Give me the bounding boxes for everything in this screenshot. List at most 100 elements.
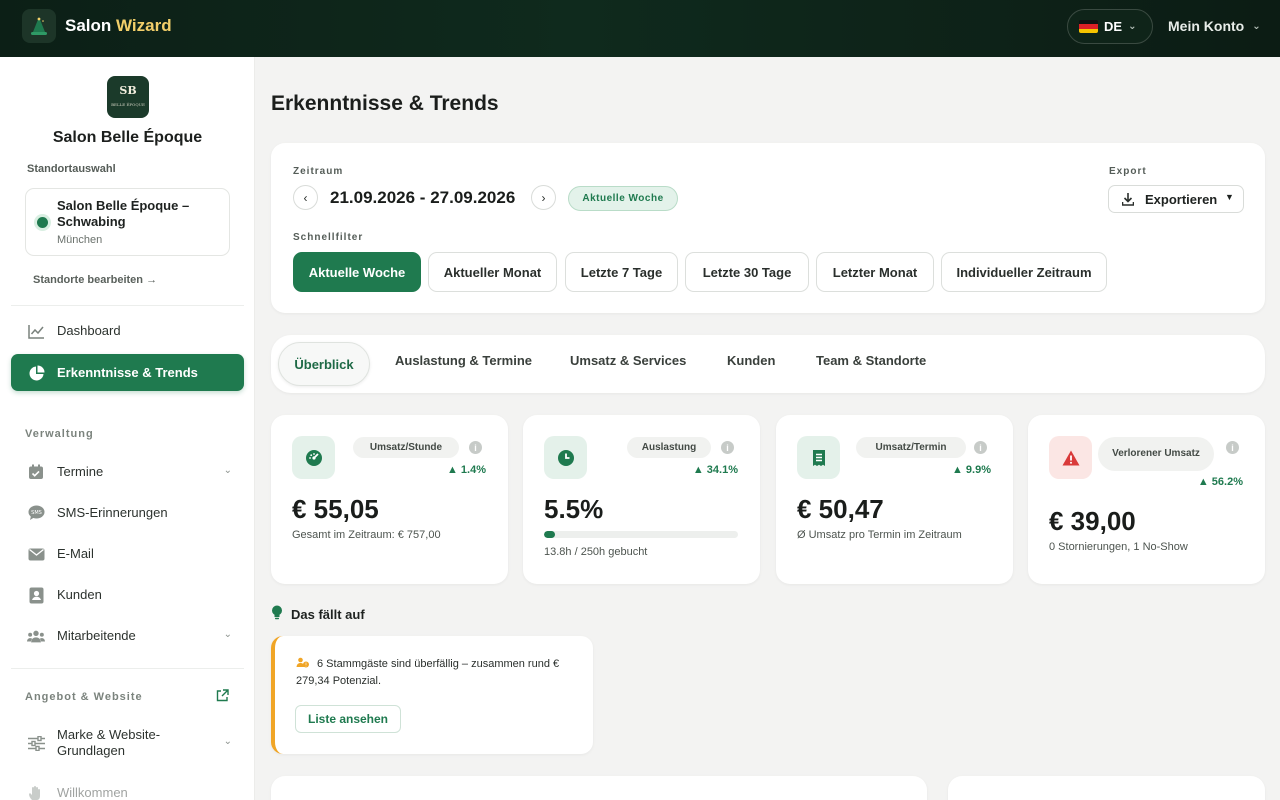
chevron-down-icon[interactable]: ⌄ (224, 629, 232, 640)
location-name: Salon Belle Époque – Schwabing (57, 198, 190, 229)
export-label: Export (1109, 166, 1147, 177)
nav-staff-label: Mitarbeitende (57, 628, 136, 643)
nav-welcome-label: Willkommen (57, 785, 128, 800)
calendar-check-icon (27, 463, 45, 481)
chevron-down-icon: ⌄ (1128, 21, 1137, 32)
account-menu[interactable]: Mein Konto ⌄ (1168, 18, 1261, 34)
divider (11, 305, 244, 306)
previous-period-button[interactable]: ‹ (293, 185, 318, 210)
kpi-card-revenue-per-hour: Umsatz/Stunde i ▲ 1.4% € 55,05 Gesamt im… (271, 415, 508, 584)
nav-email[interactable]: E-Mail (11, 535, 244, 572)
language-selector[interactable]: DE ⌄ (1067, 9, 1153, 44)
kpi-card-lost-revenue: Verlorener Umsatz i ▲ 56.2% € 39,00 0 St… (1028, 415, 1265, 584)
insights-heading-label: Das fällt auf (291, 606, 365, 622)
account-label: Mein Konto (1168, 18, 1245, 34)
divider (11, 668, 244, 669)
nav-staff[interactable]: Mitarbeitende ⌄ (11, 617, 244, 654)
info-icon[interactable]: i (974, 441, 987, 454)
nav-welcome[interactable]: Willkommen (11, 774, 244, 800)
brand-name[interactable]: Salon Wizard (65, 16, 172, 36)
kpi-subtext: Gesamt im Zeitraum: € 757,00 (292, 529, 441, 541)
download-icon (1121, 193, 1135, 209)
kpi-value: € 50,47 (797, 494, 884, 524)
chip-current-month[interactable]: Aktueller Monat (428, 252, 557, 292)
sliders-icon (27, 734, 45, 752)
export-button-label: Exportieren (1145, 192, 1218, 207)
kpi-card-revenue-per-appointment: Umsatz/Termin i ▲ 9.9% € 50,47 Ø Umsatz … (776, 415, 1013, 584)
export-button[interactable]: Exportieren ▼ (1108, 185, 1244, 213)
nav-insights-trends[interactable]: Erkenntnisse & Trends (11, 354, 244, 391)
external-link-icon[interactable] (216, 689, 229, 707)
hand-icon (27, 784, 45, 800)
nav-brand-website-label: Marke & Website-Grundlagen (57, 726, 161, 758)
nav-dashboard[interactable]: Dashboard (11, 312, 244, 349)
svg-text:!: ! (305, 663, 307, 669)
nav-sms-reminders[interactable]: SMS SMS-Erinnerungen (11, 494, 244, 531)
tab-revenue-services[interactable]: Umsatz & Services (570, 353, 686, 368)
nav-appointments[interactable]: Termine ⌄ (11, 453, 244, 490)
chevron-down-icon[interactable]: ⌄ (224, 736, 232, 747)
kpi-delta-value: 9.9% (965, 464, 991, 476)
chip-current-week[interactable]: Aktuelle Woche (293, 252, 421, 292)
current-week-badge: Aktuelle Woche (568, 186, 678, 211)
clock-icon (544, 436, 587, 479)
filter-card: Zeitraum ‹ 21.09.2026 - 27.09.2026 › Akt… (271, 143, 1265, 313)
kpi-label: Verlorener Umsatz (1098, 437, 1214, 471)
chevron-left-icon: ‹ (303, 190, 308, 205)
section-label-offer: Angebot & Website (25, 691, 143, 703)
date-range: 21.09.2026 - 27.09.2026 (330, 188, 516, 207)
chart-line-icon (27, 322, 45, 340)
view-list-button[interactable]: Liste ansehen (295, 705, 401, 733)
nav-insights-label: Erkenntnisse & Trends (57, 365, 198, 380)
tab-team-locations[interactable]: Team & Standorte (816, 353, 926, 368)
quick-filter-label: Schnellfilter (293, 232, 364, 243)
chip-last-month[interactable]: Letzter Monat (816, 252, 934, 292)
chip-last-30-days[interactable]: Letzte 30 Tage (685, 252, 809, 292)
info-icon[interactable]: i (469, 441, 482, 454)
insight-text-content: 6 Stammgäste sind überfällig – zusammen … (296, 658, 560, 687)
caret-down-icon: ▼ (1225, 192, 1234, 202)
speedometer-icon (292, 436, 335, 479)
arrow-right-icon: → (146, 274, 158, 286)
info-icon[interactable]: i (1226, 441, 1239, 454)
tab-utilization[interactable]: Auslastung & Termine (395, 353, 532, 368)
contact-card-icon (27, 586, 45, 604)
insight-text: ! 6 Stammgäste sind überfällig – zusammen… (296, 656, 581, 690)
wizard-hat-logo-icon[interactable] (22, 9, 56, 43)
kpi-delta-value: 34.1% (706, 464, 738, 476)
info-icon[interactable]: i (721, 441, 734, 454)
edit-locations-label: Standorte bearbeiten (33, 274, 144, 286)
lightbulb-icon (271, 605, 283, 623)
nav-appointments-label: Termine (57, 464, 104, 479)
warning-icon (1049, 436, 1092, 479)
kpi-subtext: 13.8h / 250h gebucht (544, 546, 648, 558)
tab-overview[interactable]: Überblick (278, 342, 370, 386)
kpi-delta: ▲ 1.4% (447, 464, 486, 476)
edit-locations-link[interactable]: Standorte bearbeiten → (33, 274, 157, 286)
kpi-delta-value: 56.2% (1211, 476, 1243, 488)
insights-heading: Das fällt auf (271, 605, 365, 623)
utilization-progress-fill (544, 531, 555, 538)
kpi-label: Auslastung (627, 437, 711, 458)
nav-customers-label: Kunden (57, 587, 102, 602)
kpi-subtext: 0 Stornierungen, 1 No-Show (1049, 541, 1188, 553)
chip-last-7-days[interactable]: Letzte 7 Tage (565, 252, 678, 292)
language-label: DE (1104, 19, 1123, 34)
nav-customers[interactable]: Kunden (11, 576, 244, 613)
tab-customers[interactable]: Kunden (727, 353, 775, 368)
pie-chart-icon (27, 364, 45, 382)
nav-brand-website[interactable]: Marke & Website-Grundlagen ⌄ (11, 722, 244, 763)
next-period-button[interactable]: › (531, 185, 556, 210)
bottom-card-right (948, 776, 1265, 800)
top-bar: Salon Wizard DE ⌄ Mein Konto ⌄ (0, 0, 1280, 57)
chip-custom-range[interactable]: Individueller Zeitraum (941, 252, 1107, 292)
receipt-icon (797, 436, 840, 479)
chevron-down-icon[interactable]: ⌄ (224, 465, 232, 476)
kpi-subtext: Ø Umsatz pro Termin im Zeitraum (797, 529, 962, 541)
kpi-label: Umsatz/Termin (856, 437, 966, 458)
location-selector[interactable]: Salon Belle Époque – Schwabing München (25, 188, 230, 256)
german-flag-icon (1079, 20, 1098, 33)
kpi-delta: ▲ 9.9% (952, 464, 991, 476)
users-icon (27, 627, 45, 645)
salon-name: Salon Belle Époque (52, 129, 203, 146)
